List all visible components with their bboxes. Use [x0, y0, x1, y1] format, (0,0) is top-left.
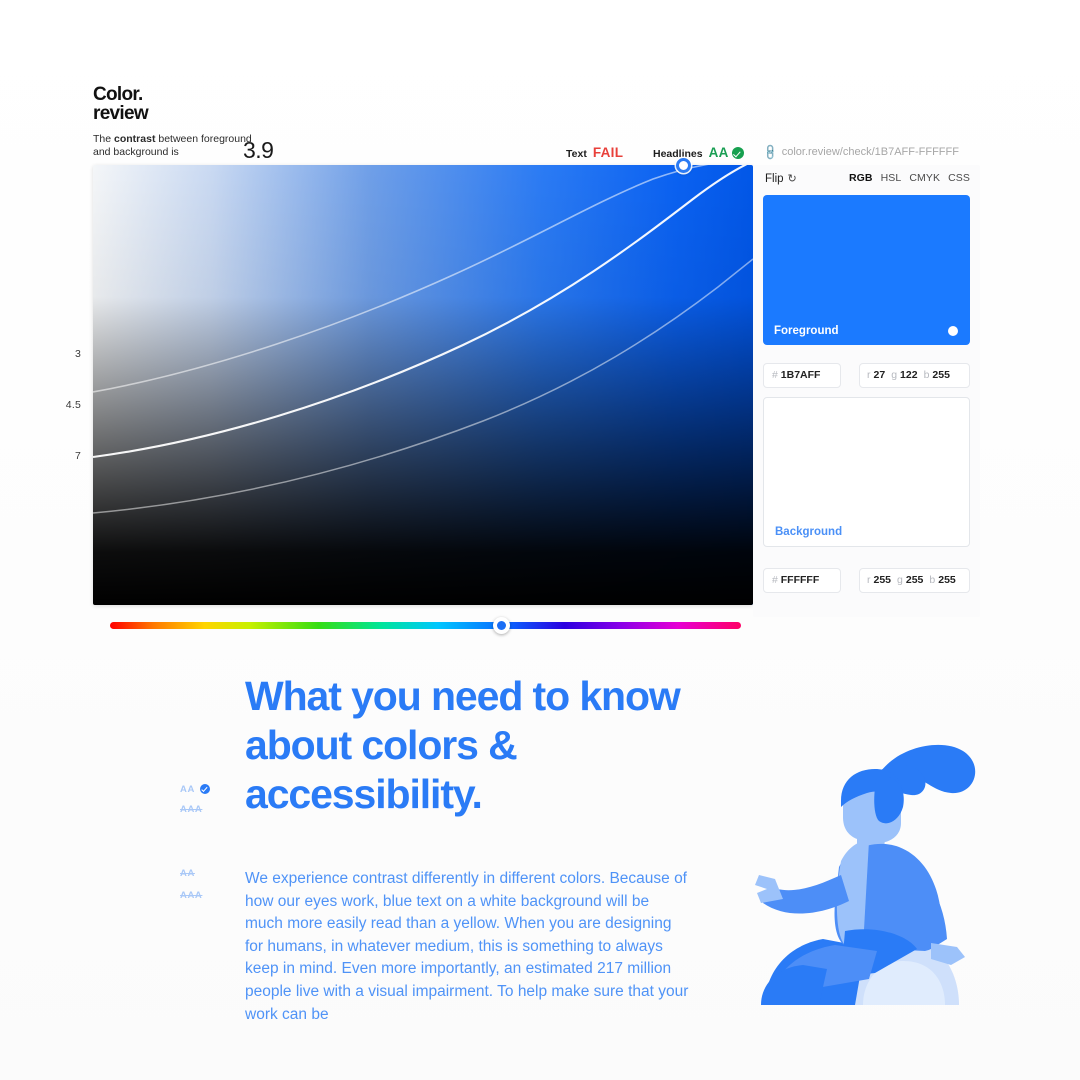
bg-g-value: 255: [905, 574, 924, 586]
foreground-label: Foreground: [774, 325, 839, 337]
graph-curves: [93, 165, 753, 514]
tab-cmyk[interactable]: CMYK: [909, 172, 940, 184]
fg-r-label: r: [867, 369, 871, 381]
background-fields: # FFFFFF r 255 g 255 b 255: [763, 568, 970, 593]
panel-toolbar: Flip ↻ RGB HSL CMYK CSS: [765, 172, 970, 190]
brand-line-1: Color.: [93, 84, 143, 105]
foreground-fields: # 1B7AFF r 27 g 122 b 255: [763, 363, 970, 388]
axis-label-4point5: 4.5: [65, 399, 81, 411]
hue-slider-track[interactable]: [110, 622, 741, 629]
fg-r-value: 27: [873, 369, 886, 381]
bg-r-value: 255: [873, 574, 892, 586]
tab-hsl[interactable]: HSL: [881, 172, 902, 184]
headline-aa-label: AA: [180, 784, 195, 795]
hash-icon: #: [772, 574, 778, 586]
hue-slider[interactable]: [110, 617, 741, 635]
page-root: Color. review The contrast between foreg…: [0, 0, 1080, 1080]
headlines-result-group: Headlines AA: [653, 145, 744, 160]
check-circle-icon: [731, 147, 744, 159]
foreground-rgb-input[interactable]: r 27 g 122 b 255: [859, 363, 970, 388]
foreground-hex-input[interactable]: # 1B7AFF: [763, 363, 841, 388]
permalink[interactable]: 🔗 color.review/check/1B7AFF-FFFFFF: [762, 143, 959, 161]
headlines-result: AA: [708, 145, 729, 160]
text-label: Text: [566, 148, 587, 160]
contrast-ratio-value: 3.9: [243, 137, 274, 163]
rotate-icon: ↻: [787, 173, 797, 185]
fg-g-label: g: [891, 369, 898, 381]
body-badge-aaa: AAA: [180, 890, 236, 912]
headline-badge-aaa: AAA: [180, 804, 236, 826]
background-label: Background: [775, 526, 843, 538]
text-result: FAIL: [592, 145, 624, 160]
headline-badges: AA AAA: [180, 782, 236, 826]
link-icon: 🔗: [761, 143, 780, 162]
axis-label-3: 3: [74, 348, 81, 360]
fg-g-value: 122: [900, 369, 918, 381]
headline-badge-aa: AA: [180, 782, 236, 804]
person-illustration: [745, 735, 1010, 1005]
contrast-description: The contrast between foreground and back…: [93, 133, 263, 159]
body-aaa-label: AAA: [180, 890, 203, 901]
article-headline: What you need to know about colors & acc…: [245, 673, 681, 817]
bg-b-label: b: [929, 574, 936, 586]
graph-handle[interactable]: [676, 158, 691, 173]
brand-line-2: review: [93, 102, 149, 124]
axis-label-7: 7: [74, 450, 81, 462]
permalink-text: color.review/check/1B7AFF-FFFFFF: [781, 146, 959, 158]
fg-b-value: 255: [932, 369, 950, 381]
flip-button[interactable]: Flip ↻: [765, 172, 797, 185]
contrast-graph[interactable]: [93, 165, 753, 605]
brand-logo[interactable]: Color. review: [93, 84, 149, 124]
color-mode-tabs: RGB HSL CMYK CSS: [841, 172, 970, 184]
foreground-picker-dot[interactable]: [948, 326, 958, 336]
article-body: We experience contrast differently in di…: [245, 870, 689, 1023]
background-rgb-input[interactable]: r 255 g 255 b 255: [859, 568, 970, 593]
background-hex-input[interactable]: # FFFFFF: [763, 568, 841, 593]
foreground-swatch[interactable]: Foreground: [763, 195, 970, 345]
body-badges: AA AAA: [180, 868, 236, 912]
headline-aaa-label: AAA: [180, 804, 203, 815]
person-illustration-svg: [755, 744, 976, 1005]
color-review-app: Color. review The contrast between foreg…: [66, 84, 980, 646]
headlines-label: Headlines: [653, 148, 703, 160]
body-aa-label: AA: [180, 868, 195, 879]
hash-icon: #: [772, 369, 778, 381]
check-circle-icon: [199, 783, 210, 794]
tab-rgb[interactable]: RGB: [849, 172, 873, 184]
bg-r-label: r: [867, 574, 871, 586]
text-result-group: Text FAIL: [566, 145, 623, 160]
contrast-prefix: The: [93, 133, 115, 145]
foreground-hex-value: 1B7AFF: [780, 369, 821, 381]
color-panel: Flip ↻ RGB HSL CMYK CSS Foreground # 1B7AFF …: [753, 165, 980, 617]
flip-label: Flip: [765, 173, 784, 185]
background-swatch[interactable]: Background: [763, 397, 970, 547]
contrast-bold: contrast: [114, 133, 156, 145]
bg-b-value: 255: [938, 574, 956, 586]
background-hex-value: FFFFFF: [780, 574, 820, 586]
graph-y-axis: 3 4.5 7: [53, 165, 87, 605]
fg-b-label: b: [923, 369, 930, 381]
bg-g-label: g: [897, 574, 903, 586]
contrast-graph-wrap: [93, 158, 753, 605]
hue-slider-handle[interactable]: [493, 617, 510, 634]
tab-css[interactable]: CSS: [948, 172, 970, 184]
body-badge-aa: AA: [180, 868, 236, 890]
